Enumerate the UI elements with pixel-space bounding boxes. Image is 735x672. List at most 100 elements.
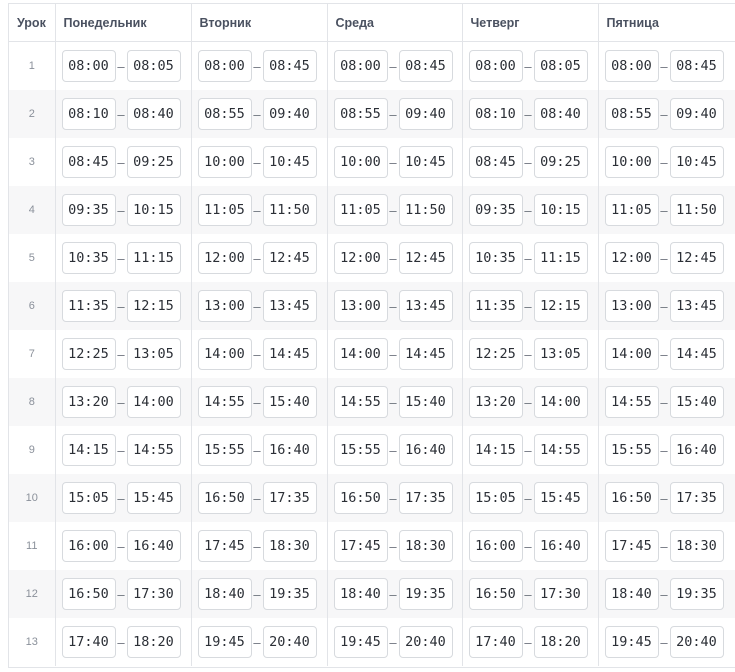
- start-time-input[interactable]: 08:55: [333, 98, 388, 130]
- start-time-input[interactable]: 12:00: [197, 242, 252, 274]
- end-time-input[interactable]: 17:30: [533, 578, 588, 610]
- start-time-input[interactable]: 14:00: [604, 338, 659, 370]
- start-time-input[interactable]: 13:00: [333, 290, 388, 322]
- end-time-input[interactable]: 19:35: [398, 578, 453, 610]
- end-time-input[interactable]: 14:45: [262, 338, 317, 370]
- start-time-input[interactable]: 14:55: [604, 386, 659, 418]
- end-time-input[interactable]: 18:30: [262, 530, 317, 562]
- start-time-input[interactable]: 15:05: [468, 482, 523, 514]
- end-time-input[interactable]: 17:35: [262, 482, 317, 514]
- end-time-input[interactable]: 09:25: [126, 146, 181, 178]
- start-time-input[interactable]: 09:35: [61, 194, 116, 226]
- end-time-input[interactable]: 15:40: [398, 386, 453, 418]
- start-time-input[interactable]: 12:25: [468, 338, 523, 370]
- end-time-input[interactable]: 13:05: [533, 338, 588, 370]
- end-time-input[interactable]: 20:40: [262, 626, 317, 658]
- start-time-input[interactable]: 10:35: [468, 242, 523, 274]
- end-time-input[interactable]: 10:45: [398, 146, 453, 178]
- start-time-input[interactable]: 08:55: [197, 98, 252, 130]
- end-time-input[interactable]: 18:20: [126, 626, 181, 658]
- end-time-input[interactable]: 16:40: [126, 530, 181, 562]
- start-time-input[interactable]: 08:00: [333, 50, 388, 82]
- end-time-input[interactable]: 14:45: [669, 338, 724, 370]
- end-time-input[interactable]: 12:15: [126, 290, 181, 322]
- end-time-input[interactable]: 11:50: [262, 194, 317, 226]
- start-time-input[interactable]: 08:45: [468, 146, 523, 178]
- start-time-input[interactable]: 09:35: [468, 194, 523, 226]
- end-time-input[interactable]: 12:45: [669, 242, 724, 274]
- start-time-input[interactable]: 16:00: [61, 530, 116, 562]
- end-time-input[interactable]: 08:45: [262, 50, 317, 82]
- start-time-input[interactable]: 13:20: [61, 386, 116, 418]
- end-time-input[interactable]: 09:40: [262, 98, 317, 130]
- start-time-input[interactable]: 08:45: [61, 146, 116, 178]
- end-time-input[interactable]: 13:45: [669, 290, 724, 322]
- end-time-input[interactable]: 09:40: [398, 98, 453, 130]
- end-time-input[interactable]: 18:30: [398, 530, 453, 562]
- start-time-input[interactable]: 19:45: [604, 626, 659, 658]
- end-time-input[interactable]: 17:35: [669, 482, 724, 514]
- end-time-input[interactable]: 12:15: [533, 290, 588, 322]
- start-time-input[interactable]: 18:40: [604, 578, 659, 610]
- start-time-input[interactable]: 13:00: [604, 290, 659, 322]
- start-time-input[interactable]: 08:00: [61, 50, 116, 82]
- end-time-input[interactable]: 19:35: [262, 578, 317, 610]
- end-time-input[interactable]: 11:15: [126, 242, 181, 274]
- start-time-input[interactable]: 16:50: [197, 482, 252, 514]
- end-time-input[interactable]: 20:40: [398, 626, 453, 658]
- start-time-input[interactable]: 12:00: [333, 242, 388, 274]
- end-time-input[interactable]: 10:15: [126, 194, 181, 226]
- end-time-input[interactable]: 10:45: [262, 146, 317, 178]
- start-time-input[interactable]: 14:15: [468, 434, 523, 466]
- end-time-input[interactable]: 13:45: [398, 290, 453, 322]
- start-time-input[interactable]: 08:00: [604, 50, 659, 82]
- start-time-input[interactable]: 17:45: [604, 530, 659, 562]
- start-time-input[interactable]: 16:50: [61, 578, 116, 610]
- start-time-input[interactable]: 12:25: [61, 338, 116, 370]
- end-time-input[interactable]: 08:45: [398, 50, 453, 82]
- end-time-input[interactable]: 08:05: [533, 50, 588, 82]
- start-time-input[interactable]: 10:00: [604, 146, 659, 178]
- start-time-input[interactable]: 11:05: [333, 194, 388, 226]
- end-time-input[interactable]: 16:40: [398, 434, 453, 466]
- end-time-input[interactable]: 09:40: [669, 98, 724, 130]
- start-time-input[interactable]: 14:00: [197, 338, 252, 370]
- start-time-input[interactable]: 15:55: [604, 434, 659, 466]
- start-time-input[interactable]: 08:00: [468, 50, 523, 82]
- end-time-input[interactable]: 08:05: [126, 50, 181, 82]
- end-time-input[interactable]: 14:00: [533, 386, 588, 418]
- end-time-input[interactable]: 15:45: [533, 482, 588, 514]
- start-time-input[interactable]: 19:45: [197, 626, 252, 658]
- end-time-input[interactable]: 15:40: [262, 386, 317, 418]
- start-time-input[interactable]: 17:40: [61, 626, 116, 658]
- start-time-input[interactable]: 17:45: [197, 530, 252, 562]
- end-time-input[interactable]: 16:40: [533, 530, 588, 562]
- start-time-input[interactable]: 18:40: [197, 578, 252, 610]
- start-time-input[interactable]: 10:00: [197, 146, 252, 178]
- end-time-input[interactable]: 20:40: [669, 626, 724, 658]
- start-time-input[interactable]: 08:10: [61, 98, 116, 130]
- start-time-input[interactable]: 16:50: [604, 482, 659, 514]
- end-time-input[interactable]: 14:55: [533, 434, 588, 466]
- start-time-input[interactable]: 10:00: [333, 146, 388, 178]
- end-time-input[interactable]: 12:45: [262, 242, 317, 274]
- start-time-input[interactable]: 14:15: [61, 434, 116, 466]
- end-time-input[interactable]: 15:45: [126, 482, 181, 514]
- start-time-input[interactable]: 15:55: [197, 434, 252, 466]
- end-time-input[interactable]: 17:30: [126, 578, 181, 610]
- start-time-input[interactable]: 08:10: [468, 98, 523, 130]
- start-time-input[interactable]: 11:35: [468, 290, 523, 322]
- start-time-input[interactable]: 15:55: [333, 434, 388, 466]
- end-time-input[interactable]: 14:45: [398, 338, 453, 370]
- start-time-input[interactable]: 11:05: [197, 194, 252, 226]
- end-time-input[interactable]: 11:50: [669, 194, 724, 226]
- end-time-input[interactable]: 19:35: [669, 578, 724, 610]
- end-time-input[interactable]: 13:05: [126, 338, 181, 370]
- end-time-input[interactable]: 11:50: [398, 194, 453, 226]
- start-time-input[interactable]: 11:35: [61, 290, 116, 322]
- start-time-input[interactable]: 13:20: [468, 386, 523, 418]
- start-time-input[interactable]: 08:55: [604, 98, 659, 130]
- start-time-input[interactable]: 17:40: [468, 626, 523, 658]
- start-time-input[interactable]: 10:35: [61, 242, 116, 274]
- end-time-input[interactable]: 16:40: [669, 434, 724, 466]
